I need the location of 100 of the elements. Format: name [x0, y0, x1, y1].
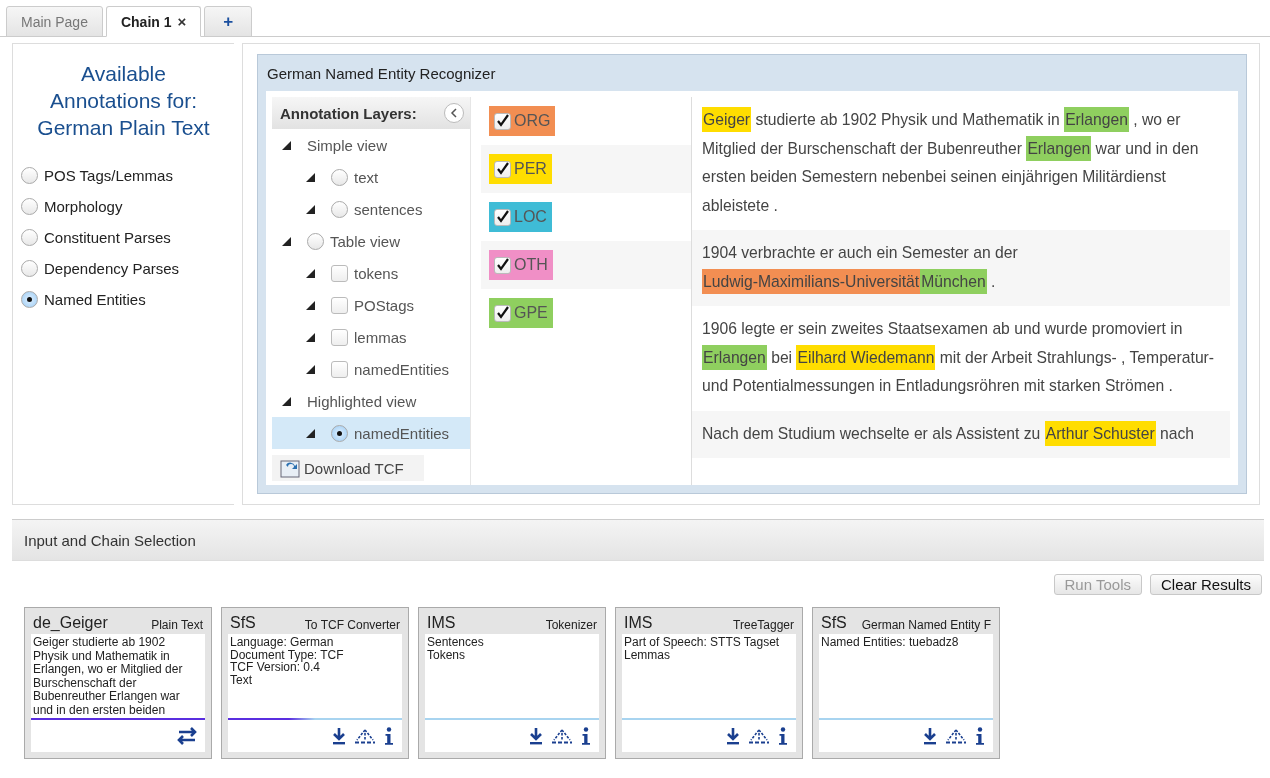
annotation-option[interactable]: Named Entities — [44, 291, 146, 308]
layer-label[interactable]: Table view — [330, 232, 401, 250]
expand-triangle-icon[interactable] — [306, 332, 315, 342]
expand-triangle-icon[interactable] — [306, 428, 315, 438]
chevron-left-icon — [450, 108, 458, 118]
expand-triangle-icon[interactable] — [306, 300, 315, 310]
checkmark-icon — [495, 162, 510, 176]
info-icon[interactable] — [384, 727, 394, 745]
download-icon[interactable] — [923, 727, 937, 745]
entity-label: OTH — [514, 256, 548, 274]
layer-label[interactable]: tokens — [354, 264, 399, 282]
checkmark-icon — [495, 258, 510, 272]
card-text: TCF Version: 0.4 — [230, 661, 322, 674]
checkbox[interactable] — [331, 296, 348, 314]
annotation-option[interactable]: POS Tags/Lemmas — [44, 167, 173, 184]
entity-tag[interactable]: PER — [489, 154, 552, 184]
tab[interactable]: + — [204, 6, 253, 37]
entity-label: ORG — [514, 112, 551, 130]
provider-name: SfS — [821, 614, 847, 632]
checkbox[interactable] — [494, 304, 511, 322]
info-icon[interactable] — [975, 727, 985, 745]
tree-icon[interactable] — [945, 728, 967, 744]
download-file-icon — [280, 458, 302, 478]
tree-icon[interactable] — [748, 728, 770, 744]
entity-highlight: München — [920, 268, 987, 294]
download-icon[interactable] — [332, 727, 346, 745]
expand-triangle-icon[interactable] — [306, 204, 315, 214]
checkbox[interactable] — [331, 328, 348, 346]
entity-highlight: Erlangen — [1064, 107, 1129, 132]
info-icon[interactable] — [778, 727, 788, 745]
sidebar-title: Available Annotations for: German Plain Text — [36, 61, 211, 141]
info-icon[interactable] — [581, 727, 591, 745]
tool-card[interactable]: IMS TreeTagger Part of Speech: STTS Tagset Lemmas — [615, 607, 803, 759]
entity-highlight: Geiger — [702, 107, 752, 132]
download-icon[interactable] — [529, 727, 543, 745]
expand-triangle-icon[interactable] — [306, 268, 315, 278]
tool-card[interactable]: SfS To TCF Converter Language: German Document Type: TCF TCF Version: 0.4 Text — [221, 607, 409, 759]
expand-triangle-icon[interactable] — [306, 172, 315, 182]
close-icon[interactable]: × — [177, 13, 187, 30]
expand-triangle-icon[interactable] — [282, 140, 291, 150]
tool-card[interactable]: IMS Tokenizer Sentences Tokens — [418, 607, 606, 759]
annotation-option[interactable]: Morphology — [44, 198, 123, 215]
entity-tag[interactable]: GPE — [489, 298, 553, 328]
radio-button[interactable] — [21, 291, 38, 308]
checkbox[interactable] — [494, 112, 511, 130]
layer-label[interactable]: text — [354, 168, 379, 186]
checkbox[interactable] — [494, 160, 511, 178]
checkbox[interactable] — [494, 208, 511, 226]
tree-icon[interactable] — [551, 728, 573, 744]
radio-button[interactable] — [21, 229, 38, 246]
card-text: Sentences — [427, 636, 485, 649]
entity-highlight: Arthur Schuster — [1044, 420, 1156, 446]
tree-icon[interactable] — [354, 728, 376, 744]
tool-name: German Named Entity F — [861, 618, 991, 632]
radio-button[interactable] — [307, 232, 324, 250]
layer-label[interactable]: Simple view — [307, 136, 388, 154]
radio-button[interactable] — [331, 168, 348, 186]
action-button[interactable]: Clear Results — [1149, 574, 1262, 595]
tool-card[interactable]: SfS German Named Entity F Named Entities: tuebadz8 — [812, 607, 1000, 759]
radio-button[interactable] — [21, 198, 38, 215]
checkmark-icon — [495, 114, 510, 128]
radio-button[interactable] — [21, 260, 38, 277]
radio-button[interactable] — [331, 200, 348, 218]
provider-name: de_Geiger — [33, 614, 108, 632]
radio-button[interactable] — [331, 424, 348, 442]
layer-label[interactable]: POStags — [354, 296, 415, 314]
layer-label[interactable]: namedEntities — [354, 360, 450, 378]
expand-triangle-icon[interactable] — [282, 396, 291, 406]
provider-name: IMS — [624, 614, 653, 632]
checkmark-icon — [495, 210, 510, 224]
annotated-paragraph: Nach dem Studium wechselte er als Assistent zu Arthur Schuster nach — [692, 410, 1230, 458]
layer-label[interactable]: sentences — [354, 200, 423, 218]
checkbox[interactable] — [331, 264, 348, 282]
tab[interactable]: Chain 1 × — [105, 6, 202, 37]
download-icon[interactable] — [726, 727, 740, 745]
expand-triangle-icon[interactable] — [282, 236, 291, 246]
tool-card[interactable]: de_Geiger Plain Text Geiger studierte ab 1902 Physik und Mathematik in Erlangen, wo er Mitglied der Burschenschaft der Bubenreuther Erlangen war und in den ersten beiden — [24, 607, 212, 759]
annotation-option[interactable]: Constituent Parses — [44, 229, 171, 246]
entity-highlight: Erlangen — [1026, 135, 1092, 161]
entity-label: PER — [514, 160, 547, 178]
card-text: Tokens — [427, 648, 467, 661]
provider-name: IMS — [427, 614, 456, 632]
swap-arrows-icon[interactable] — [177, 727, 197, 745]
viewer-title: German Named Entity Recognizer — [267, 64, 496, 82]
entity-label: LOC — [514, 208, 547, 226]
card-text: Text — [230, 673, 253, 686]
expand-triangle-icon[interactable] — [306, 364, 315, 374]
layer-label[interactable]: lemmas — [354, 328, 407, 346]
radio-button[interactable] — [21, 167, 38, 184]
entity-highlight: Erlangen — [702, 344, 767, 370]
entity-highlight: Eilhard Wiedemann — [796, 344, 936, 370]
entity-highlight: Ludwig-Maximilians-Universität — [702, 268, 921, 294]
checkbox[interactable] — [494, 256, 511, 274]
annotation-option[interactable]: Dependency Parses — [44, 260, 180, 277]
tab[interactable]: Main Page — [6, 6, 103, 37]
checkbox[interactable] — [331, 360, 348, 378]
collapse-button[interactable] — [444, 103, 464, 123]
layer-label[interactable]: Highlighted view — [307, 392, 417, 410]
download-button[interactable]: Download TCF — [272, 455, 424, 481]
panel-title: Input and Chain Selection — [24, 531, 196, 549]
